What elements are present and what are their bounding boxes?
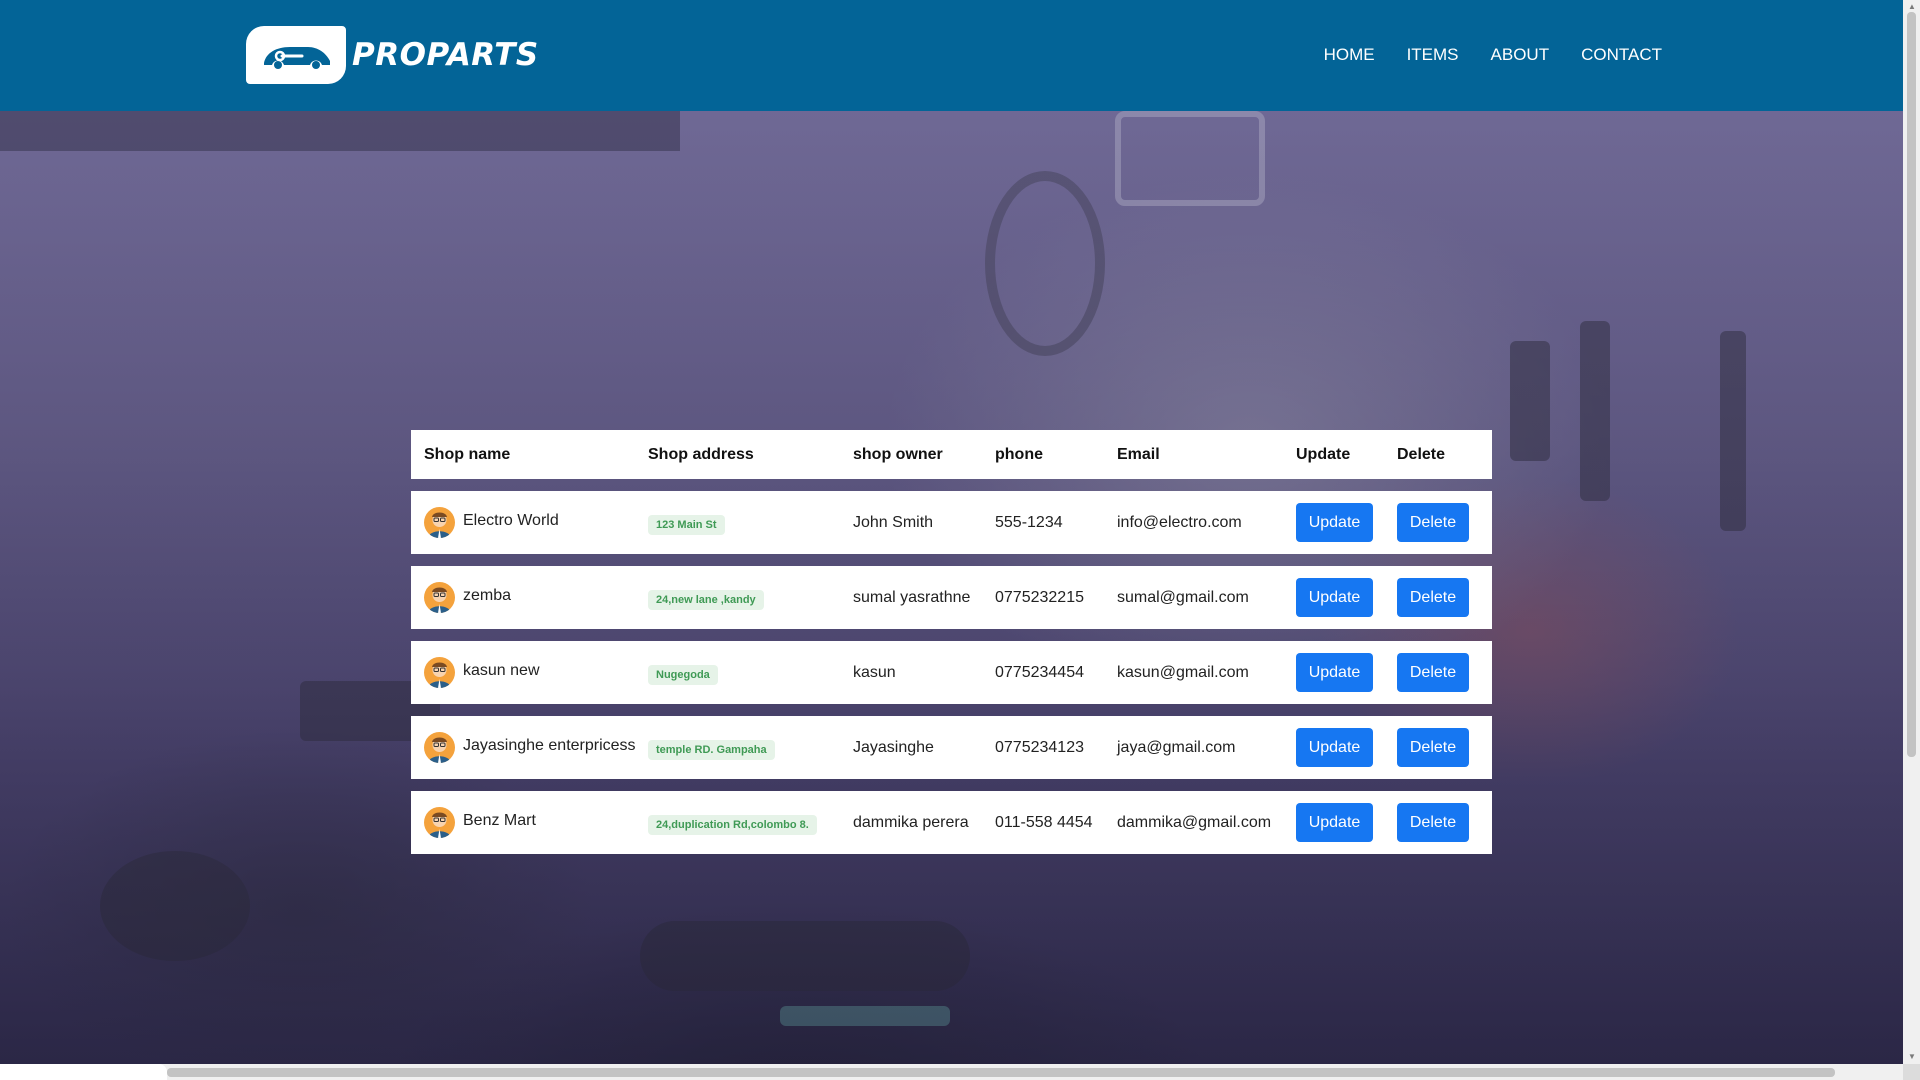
table-row: Benz Mart 24,duplication Rd,colombo 8. d… bbox=[411, 791, 1492, 854]
col-email: Email bbox=[1117, 445, 1160, 463]
delete-button[interactable]: Delete bbox=[1397, 728, 1469, 767]
table-row: zemba 24,new lane ,kandy sumal yasrathne… bbox=[411, 566, 1492, 629]
col-shop-address: Shop address bbox=[648, 445, 754, 463]
shop-phone: 0775234454 bbox=[995, 663, 1084, 681]
user-avatar-icon bbox=[424, 732, 455, 763]
shop-email: kasun@gmail.com bbox=[1117, 663, 1249, 681]
table-header: Shop name Shop address shop owner phone … bbox=[411, 430, 1492, 479]
tool-decoration bbox=[1510, 341, 1550, 461]
shop-owner: John Smith bbox=[853, 513, 934, 531]
shop-name: zemba bbox=[463, 586, 512, 604]
shop-email: jaya@gmail.com bbox=[1117, 738, 1236, 756]
col-update: Update bbox=[1296, 445, 1351, 463]
address-badge: 123 Main St bbox=[648, 514, 725, 535]
shop-owner: dammika perera bbox=[853, 813, 969, 831]
main-nav: HOME ITEMS ABOUT CONTACT bbox=[1292, 45, 1662, 65]
scroll-up-icon[interactable]: ▲ bbox=[1908, 2, 1916, 11]
nav-items[interactable]: ITEMS bbox=[1407, 45, 1459, 65]
car-wrench-icon bbox=[246, 26, 346, 84]
address-badge: temple RD. Gampaha bbox=[648, 739, 775, 760]
vertical-scrollbar[interactable]: ▲ ▼ bbox=[1903, 0, 1920, 1064]
tool-decoration bbox=[1580, 321, 1610, 501]
scrollbar-corner bbox=[1903, 1064, 1920, 1080]
nav-home[interactable]: HOME bbox=[1324, 45, 1375, 65]
update-button[interactable]: Update bbox=[1296, 803, 1373, 842]
gear-decoration bbox=[985, 171, 1105, 356]
horizontal-scrollbar[interactable] bbox=[0, 1064, 1903, 1080]
top-header: PROPARTS HOME ITEMS ABOUT CONTACT bbox=[0, 0, 1903, 111]
shop-phone: 011-558 4454 bbox=[995, 813, 1093, 831]
syringe-decoration bbox=[780, 1006, 950, 1026]
part-decoration bbox=[100, 851, 250, 961]
nav-contact[interactable]: CONTACT bbox=[1581, 45, 1662, 65]
col-shop-name: Shop name bbox=[424, 445, 511, 463]
shop-owner: sumal yasrathne bbox=[853, 588, 971, 606]
update-button[interactable]: Update bbox=[1296, 578, 1373, 617]
shop-email: sumal@gmail.com bbox=[1117, 588, 1249, 606]
table-row: kasun new Nugegoda kasun 0775234454 kasu… bbox=[411, 641, 1492, 704]
update-button[interactable]: Update bbox=[1296, 653, 1373, 692]
address-badge: 24,new lane ,kandy bbox=[648, 589, 764, 610]
table-row: Jayasinghe enterpricess temple RD. Gampa… bbox=[411, 716, 1492, 779]
address-badge: Nugegoda bbox=[648, 664, 718, 685]
shop-owner: Jayasinghe bbox=[853, 738, 934, 756]
shop-name: Jayasinghe enterpricess bbox=[463, 736, 636, 754]
shop-owner: kasun bbox=[853, 663, 896, 681]
shop-email: info@electro.com bbox=[1117, 513, 1242, 531]
shop-name: Benz Mart bbox=[463, 811, 536, 829]
user-avatar-icon bbox=[424, 807, 455, 838]
update-button[interactable]: Update bbox=[1296, 728, 1373, 767]
delete-button[interactable]: Delete bbox=[1397, 653, 1469, 692]
delete-button[interactable]: Delete bbox=[1397, 503, 1469, 542]
shop-phone: 0775232215 bbox=[995, 588, 1084, 606]
col-shop-owner: shop owner bbox=[853, 445, 943, 463]
horizontal-scroll-thumb[interactable] bbox=[167, 1068, 1835, 1077]
user-avatar-icon bbox=[424, 507, 455, 538]
shop-email: dammika@gmail.com bbox=[1117, 813, 1272, 831]
shop-phone: 0775234123 bbox=[995, 738, 1084, 756]
shops-table: Shop name Shop address shop owner phone … bbox=[411, 430, 1492, 866]
user-avatar-icon bbox=[424, 657, 455, 688]
delete-button[interactable]: Delete bbox=[1397, 578, 1469, 617]
shop-name: kasun new bbox=[463, 661, 540, 679]
shop-name: Electro World bbox=[463, 511, 559, 529]
brand-logo[interactable]: PROPARTS bbox=[246, 26, 539, 84]
table-row: Electro World 123 Main St John Smith 555… bbox=[411, 491, 1492, 554]
brand-name: PROPARTS bbox=[352, 37, 539, 73]
scroll-down-icon[interactable]: ▼ bbox=[1908, 1052, 1916, 1061]
nav-about[interactable]: ABOUT bbox=[1491, 45, 1550, 65]
update-button[interactable]: Update bbox=[1296, 503, 1373, 542]
shop-phone: 555-1234 bbox=[995, 513, 1063, 531]
part-decoration bbox=[640, 921, 970, 991]
address-badge: 24,duplication Rd,colombo 8. bbox=[648, 814, 817, 835]
col-phone: phone bbox=[995, 445, 1043, 463]
vertical-scroll-thumb[interactable] bbox=[1907, 12, 1916, 757]
shelf-decoration bbox=[0, 111, 680, 151]
tool-decoration bbox=[1720, 331, 1746, 531]
user-avatar-icon bbox=[424, 582, 455, 613]
delete-button[interactable]: Delete bbox=[1397, 803, 1469, 842]
col-delete: Delete bbox=[1397, 445, 1446, 463]
gauge-decoration bbox=[1115, 111, 1265, 206]
